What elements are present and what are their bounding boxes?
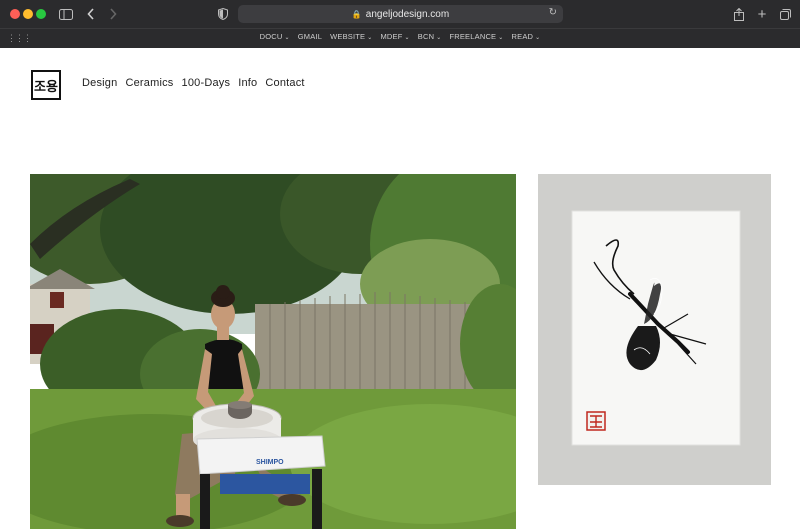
favorite-label: GMAIL: [297, 32, 323, 41]
pottery-photo[interactable]: SHIMPO: [30, 174, 516, 529]
new-tab-icon[interactable]: +: [756, 5, 768, 23]
favorite-read[interactable]: READ ⌄: [512, 32, 541, 41]
favorite-freelance[interactable]: FREELANCE ⌄: [449, 32, 503, 41]
close-window-button[interactable]: [10, 9, 20, 19]
reload-icon[interactable]: ↻: [549, 7, 557, 18]
nav-link-ceramics[interactable]: Ceramics: [125, 77, 173, 89]
favorites-list: DOCU ⌄ GMAIL WEBSITE ⌄ MDEF ⌄ BCN ⌄ FREELANCE ⌄ REA…: [0, 32, 800, 41]
minimize-window-button[interactable]: [23, 9, 33, 19]
tab-overview-icon[interactable]: [779, 5, 791, 23]
logo-mark: 조용: [34, 79, 58, 95]
favorite-label: MDEF: [380, 32, 403, 41]
sidebar-toggle-icon[interactable]: [58, 5, 74, 23]
favorite-label: DOCU: [259, 32, 283, 41]
nav-link-contact[interactable]: Contact: [265, 77, 304, 89]
chevron-down-icon: ⌄: [367, 35, 373, 41]
chevron-down-icon: ⌄: [498, 35, 504, 41]
favorite-bcn[interactable]: BCN ⌄: [418, 32, 442, 41]
favorite-gmail[interactable]: GMAIL: [298, 32, 322, 41]
address-bar[interactable]: 🔒 angeljodesign.com ↻: [238, 5, 563, 23]
lock-icon: 🔒: [351, 9, 362, 19]
share-icon[interactable]: [733, 5, 745, 23]
chevron-down-icon: ⌄: [404, 35, 410, 41]
favorite-label: FREELANCE: [449, 32, 497, 41]
favorite-mdef[interactable]: MDEF ⌄: [380, 32, 409, 41]
back-icon[interactable]: [86, 5, 96, 23]
favorite-label: BCN: [417, 32, 435, 41]
site-logo[interactable]: 조용: [31, 70, 61, 100]
chevron-down-icon: ⌄: [436, 35, 442, 41]
nav-link-100-days[interactable]: 100-Days: [182, 77, 231, 89]
forward-icon[interactable]: [108, 5, 118, 23]
favorites-bar: ⋮⋮⋮ DOCU ⌄ GMAIL WEBSITE ⌄ MDEF ⌄ BCN ⌄ FREELANCE…: [0, 28, 800, 48]
zoom-window-button[interactable]: [36, 9, 46, 19]
chevron-down-icon: ⌄: [535, 35, 541, 41]
favorite-label: READ: [511, 32, 534, 41]
nav-link-info[interactable]: Info: [238, 77, 257, 89]
nav-link-design[interactable]: Design: [82, 77, 117, 89]
ink-print-photo[interactable]: [538, 174, 771, 485]
privacy-shield-icon[interactable]: [216, 5, 230, 23]
favorite-docu[interactable]: DOCU ⌄: [260, 32, 290, 41]
favorite-label: WEBSITE: [330, 32, 366, 41]
favorite-website[interactable]: WEBSITE ⌄: [330, 32, 372, 41]
url-text: angeljodesign.com: [365, 8, 450, 20]
chevron-down-icon: ⌄: [284, 35, 290, 41]
wheel-brand-label: SHIMPO: [256, 459, 284, 466]
browser-titlebar: 🔒 angeljodesign.com ↻ +: [0, 0, 800, 28]
site-nav: Design Ceramics 100-Days Info Contact: [82, 77, 305, 89]
